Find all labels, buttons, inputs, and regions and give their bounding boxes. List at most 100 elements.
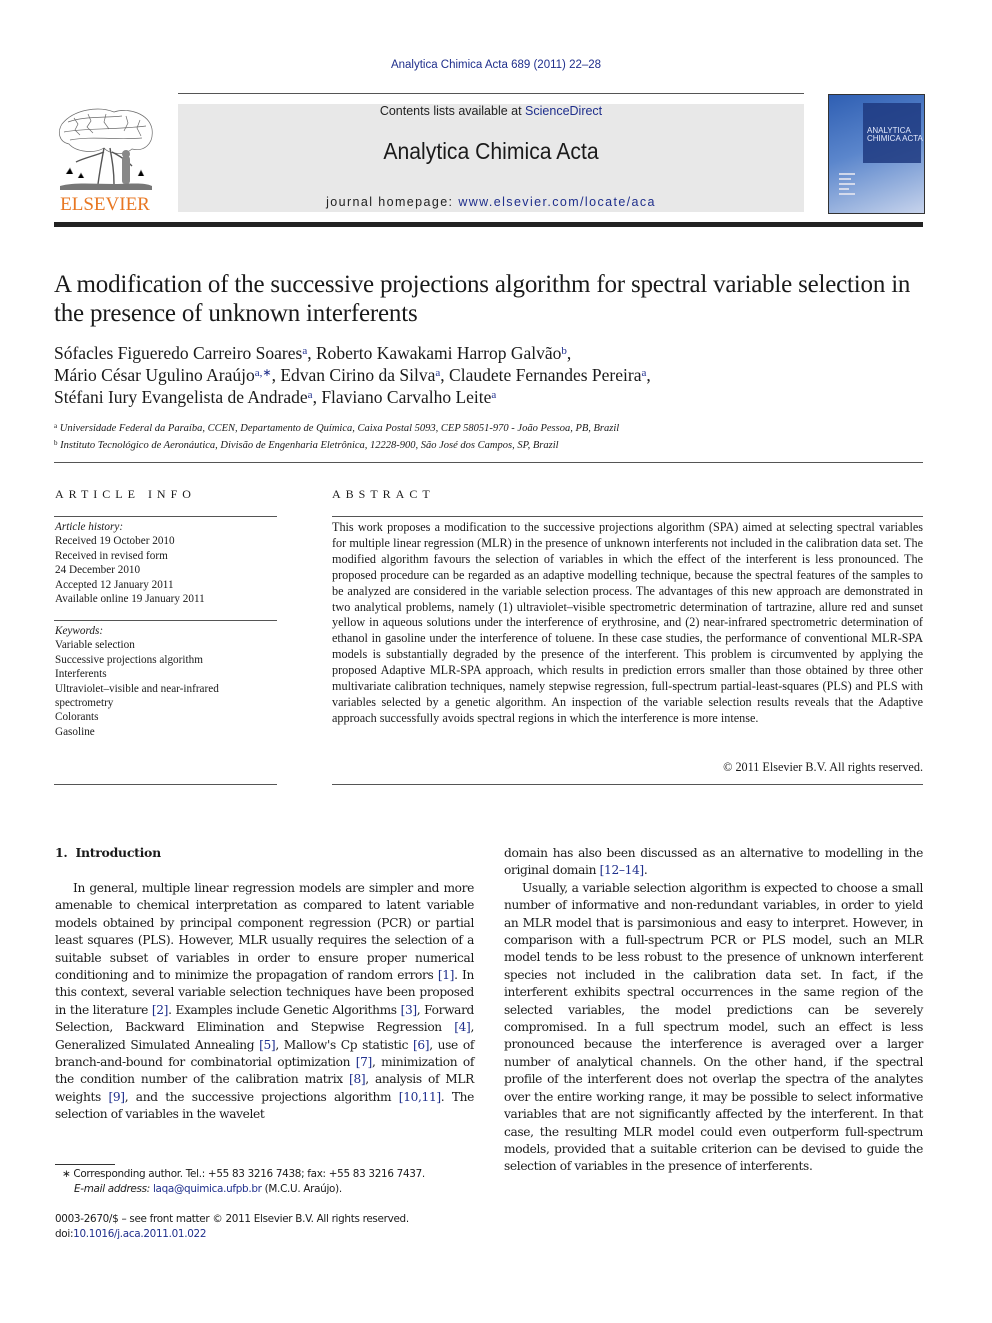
homepage-prefix: journal homepage: xyxy=(326,195,459,209)
journal-cover-thumbnail[interactable]: ANALYTICA CHIMICA ACTA xyxy=(828,94,925,214)
keyword: Ultraviolet–visible and near-infrared xyxy=(55,682,219,695)
keyword: Variable selection xyxy=(55,639,135,652)
citation-link[interactable]: [12–14] xyxy=(600,863,645,877)
journal-banner: Contents lists available at ScienceDirec… xyxy=(178,104,804,212)
keyword: Gasoline xyxy=(55,725,95,738)
corresponding-text: Corresponding author. Tel.: +55 83 3216 … xyxy=(73,1168,425,1180)
abstract-heading: ABSTRACT xyxy=(332,487,435,501)
author[interactable]: Stéfani Iury Evangelista de Andradea xyxy=(54,387,313,407)
citation-link[interactable]: [1] xyxy=(438,968,455,982)
doi-link[interactable]: 10.1016/j.aca.2011.01.022 xyxy=(73,1228,206,1240)
divider xyxy=(54,620,277,621)
keyword: spectrometry xyxy=(55,697,114,710)
citation-link[interactable]: [3] xyxy=(401,1003,418,1017)
divider xyxy=(54,784,277,785)
history-label: Article history: xyxy=(55,521,124,533)
author-name[interactable]: Stéfani Iury Evangelista de Andrade xyxy=(54,387,308,407)
body-text: In general, multiple linear regression m… xyxy=(55,881,474,983)
citation-link[interactable]: [10,11] xyxy=(399,1090,441,1104)
footnote-divider xyxy=(55,1164,115,1165)
author-name[interactable]: Roberto Kawakami Harrop Galvão xyxy=(316,343,561,363)
body-paragraph: Usually, a variable selection algorithm … xyxy=(504,880,923,1174)
body-column-left: In general, multiple linear regression m… xyxy=(55,880,474,1124)
author-name[interactable]: Claudete Fernandes Pereira xyxy=(449,365,641,385)
divider xyxy=(54,462,923,463)
author[interactable]: Claudete Fernandes Pereiraa xyxy=(449,365,646,385)
section-title: Introduction xyxy=(75,845,161,860)
keyword: Successive projections algorithm xyxy=(55,653,203,666)
affiliation-text: Instituto Tecnológico de Aeronáutica, Di… xyxy=(60,440,559,451)
body-text: , Mallow's Cp statistic xyxy=(275,1037,413,1052)
citation-link[interactable]: [2] xyxy=(152,1003,169,1017)
separator: , xyxy=(646,365,651,385)
author[interactable]: Edvan Cirino da Silvaa xyxy=(280,365,440,385)
citation-link[interactable]: [5] xyxy=(259,1038,276,1052)
journal-citation-link[interactable]: Analytica Chimica Acta 689 (2011) 22–28 xyxy=(391,59,601,71)
keywords-label: Keywords: xyxy=(55,625,104,637)
email-note: E-mail address: laqa@quimica.ufpb.br (M.… xyxy=(62,1182,482,1197)
article-title: A modification of the successive project… xyxy=(54,271,911,327)
section-heading-introduction: 1. Introduction xyxy=(55,845,161,860)
elsevier-wordmark: ELSEVIER xyxy=(60,194,150,215)
affiliation-marker[interactable]: a,∗ xyxy=(255,367,272,379)
author-name[interactable]: Sófacles Figueredo Carreiro Soares xyxy=(54,343,302,363)
author[interactable]: Sófacles Figueredo Carreiro Soaresa xyxy=(54,343,307,363)
body-text: , and the successive projections algorit… xyxy=(124,1089,399,1104)
author-name[interactable]: Edvan Cirino da Silva xyxy=(280,365,435,385)
citation-link[interactable]: [8] xyxy=(349,1072,366,1086)
abstract-copyright: © 2011 Elsevier B.V. All rights reserved… xyxy=(723,760,923,774)
cover-stripe xyxy=(839,183,855,185)
author-list: Sófacles Figueredo Carreiro Soaresa, Rob… xyxy=(54,342,924,408)
email-label: E-mail address: xyxy=(74,1182,150,1195)
cover-title: ANALYTICA CHIMICA ACTA xyxy=(867,127,923,143)
history-item: Accepted 12 January 2011 xyxy=(55,578,174,591)
header-divider xyxy=(54,222,923,227)
separator: , xyxy=(440,365,450,385)
affiliation: b Instituto Tecnológico de Aeronáutica, … xyxy=(54,436,924,453)
citation-link[interactable]: [4] xyxy=(454,1020,471,1034)
journal-name: Analytica Chimica Acta xyxy=(383,138,599,164)
body-text: . xyxy=(643,863,648,878)
author[interactable]: Flaviano Carvalho Leitea xyxy=(321,387,496,407)
body-text: domain has also been discussed as an alt… xyxy=(504,846,923,878)
separator: , xyxy=(307,343,316,363)
keyword: Interferents xyxy=(55,668,107,681)
author-name[interactable]: Flaviano Carvalho Leite xyxy=(321,387,491,407)
homepage-link[interactable]: www.elsevier.com/locate/aca xyxy=(458,195,656,209)
cover-stripe xyxy=(839,173,855,175)
body-paragraph: In general, multiple linear regression m… xyxy=(55,880,474,1124)
journal-homepage: journal homepage: www.elsevier.com/locat… xyxy=(178,195,804,209)
divider xyxy=(54,516,277,517)
affiliation-marker[interactable]: a xyxy=(491,389,496,401)
contents-line: Contents lists available at ScienceDirec… xyxy=(178,104,804,118)
affiliation-text: Universidade Federal da Paraíba, CCEN, D… xyxy=(59,423,620,434)
email-suffix: (M.C.U. Araújo). xyxy=(261,1182,343,1195)
article-info-heading: ARTICLE INFO xyxy=(55,487,196,501)
email-link[interactable]: laqa@quimica.ufpb.br xyxy=(153,1183,262,1195)
divider xyxy=(332,784,923,785)
author[interactable]: Roberto Kawakami Harrop Galvãob xyxy=(316,343,567,363)
history-item: Received 19 October 2010 xyxy=(55,535,175,548)
citation-link[interactable]: [7] xyxy=(356,1055,373,1069)
citation-link[interactable]: [9] xyxy=(108,1090,125,1104)
running-head[interactable]: Analytica Chimica Acta 689 (2011) 22–28 xyxy=(0,59,992,71)
body-paragraph: domain has also been discussed as an alt… xyxy=(504,845,923,880)
front-matter: 0003-2670/$ – see front matter © 2011 El… xyxy=(55,1212,475,1241)
body-text: . Examples include Genetic Algorithms xyxy=(168,1002,401,1017)
author-name[interactable]: Mário César Ugulino Araújo xyxy=(54,365,255,385)
sciencedirect-link[interactable]: ScienceDirect xyxy=(525,104,602,118)
issn-line: 0003-2670/$ – see front matter © 2011 El… xyxy=(55,1213,409,1225)
author[interactable]: Mário César Ugulino Araújoa,∗ xyxy=(54,365,272,385)
body-column-right: domain has also been discussed as an alt… xyxy=(504,845,923,1176)
divider xyxy=(332,516,923,517)
corresponding-author-note: ∗ Corresponding author. Tel.: +55 83 321… xyxy=(62,1167,482,1182)
affiliations: a Universidade Federal da Paraíba, CCEN,… xyxy=(54,419,924,453)
abstract-text: This work proposes a modification to the… xyxy=(332,520,923,725)
history-item: Available online 19 January 2011 xyxy=(55,593,205,606)
article-history: Article history: Received 19 October 201… xyxy=(55,520,277,606)
keyword: Colorants xyxy=(55,711,99,724)
affiliation-label: a xyxy=(54,422,58,430)
affiliation-label: b xyxy=(54,439,58,447)
citation-link[interactable]: [6] xyxy=(413,1038,430,1052)
separator: , xyxy=(312,387,322,407)
